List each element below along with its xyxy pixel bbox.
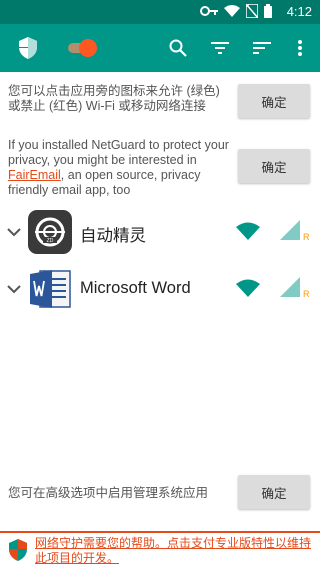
hint-system-apps: 您可在高级选项中启用管理系统应用 (8, 486, 209, 500)
roaming-label: R (303, 289, 310, 299)
hint-text-fairemail: If you installed NetGuard to protect you… (8, 138, 234, 198)
hint-ok-button[interactable]: 确定 (238, 84, 310, 118)
shield-icon (9, 539, 27, 561)
roaming-label: R (303, 232, 310, 242)
overflow-menu-icon[interactable] (288, 36, 312, 60)
pro-footer-text[interactable]: 网络守护需要您的帮助。点击支付专业版特性以维持此项目的开发。 (35, 536, 317, 566)
system-apps-ok-button[interactable]: 确定 (238, 475, 310, 509)
mobile-allowed-icon[interactable] (280, 277, 300, 297)
wifi-allowed-icon[interactable] (236, 279, 260, 297)
svg-text:ZD: ZD (47, 238, 54, 244)
microsoft-word-icon (28, 267, 72, 311)
app-row[interactable]: ZD 自动精灵 R (0, 208, 320, 258)
app-name: 自动精灵 (80, 227, 146, 245)
sort-icon[interactable] (250, 36, 274, 60)
hint-fairemail-text-before: If you installed NetGuard to protect you… (8, 138, 229, 167)
status-icons (200, 4, 272, 18)
chevron-down-icon[interactable] (6, 224, 22, 240)
shield-icon[interactable] (16, 36, 40, 60)
app-toolbar (0, 24, 320, 72)
wifi-status-icon (224, 5, 240, 17)
filter-icon[interactable] (208, 36, 232, 60)
app-row[interactable]: Microsoft Word R (0, 265, 320, 315)
wifi-allowed-icon[interactable] (236, 222, 260, 240)
fairemail-ok-button[interactable]: 确定 (238, 149, 310, 183)
fairemail-link[interactable]: FairEmail (8, 168, 61, 182)
vpn-key-icon (200, 6, 218, 16)
battery-icon (264, 4, 272, 18)
search-icon[interactable] (166, 36, 190, 60)
no-sim-icon (246, 4, 258, 18)
enable-toggle[interactable] (66, 36, 100, 60)
app-name: Microsoft Word (80, 279, 191, 297)
chevron-down-icon[interactable] (6, 281, 22, 297)
mobile-allowed-icon[interactable] (280, 220, 300, 240)
pro-footer[interactable]: 网络守护需要您的帮助。点击支付专业版特性以维持此项目的开发。 (0, 531, 320, 568)
status-bar: 4:12 (0, 0, 320, 24)
status-time: 4:12 (286, 4, 312, 19)
zidong-jingling-icon: ZD (28, 210, 72, 254)
hint-text-rules: 您可以点击应用旁的图标来允许 (绿色) 或禁止 (红色) Wi-Fi 或移动网络… (8, 84, 220, 113)
